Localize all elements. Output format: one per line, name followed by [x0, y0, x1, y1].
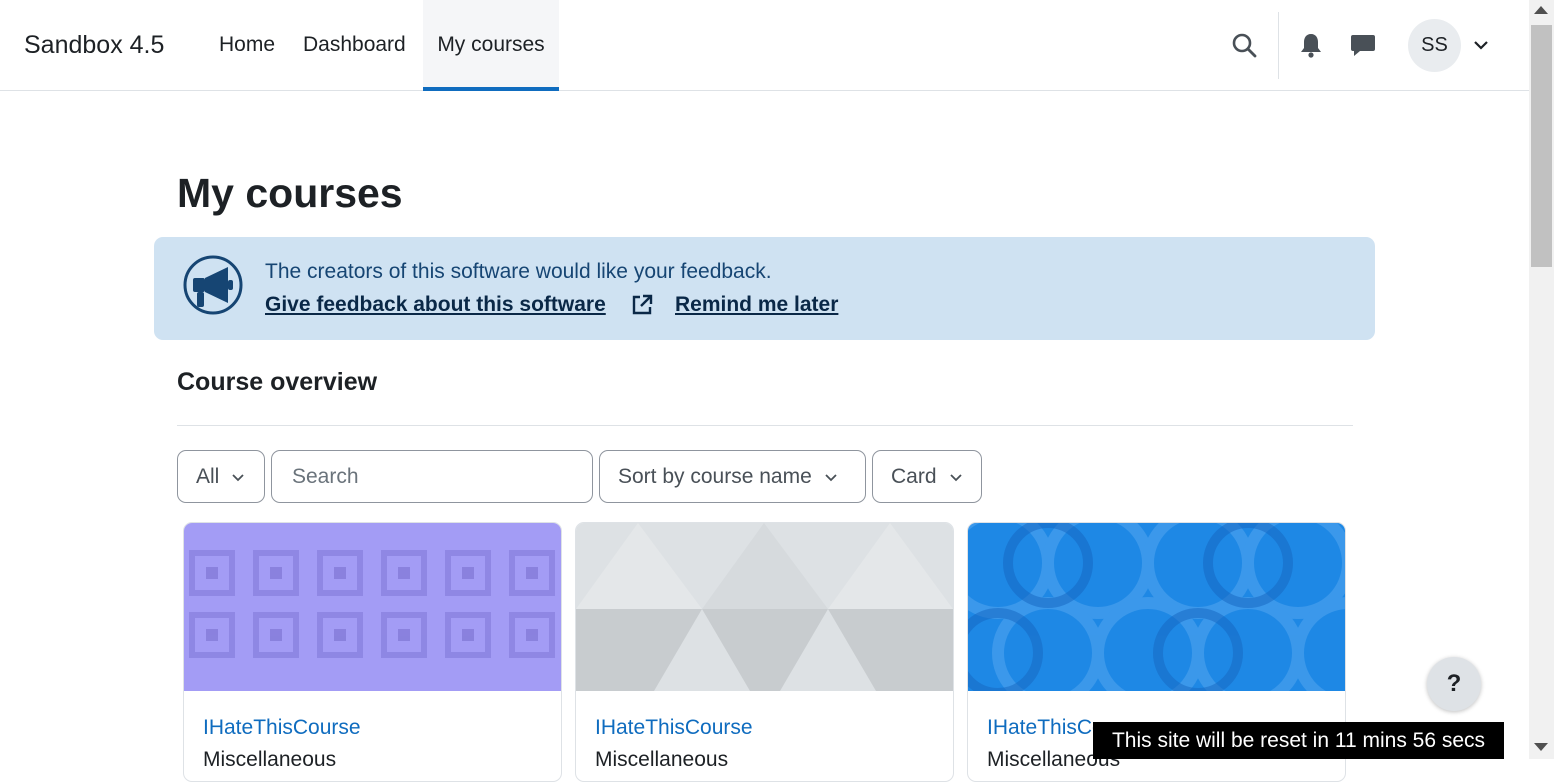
- course-name-link[interactable]: IHateThisCourse: [595, 716, 753, 740]
- course-category: Miscellaneous: [203, 748, 337, 771]
- scroll-down-arrow-icon[interactable]: [1534, 743, 1548, 751]
- chevron-down-icon[interactable]: [1466, 30, 1496, 60]
- help-button[interactable]: ?: [1427, 657, 1481, 711]
- course-search-input[interactable]: [290, 463, 574, 490]
- site-reset-notice: This site will be reset in 11 mins 56 se…: [1093, 722, 1504, 759]
- chevron-down-icon: [231, 465, 245, 489]
- course-category: Miscellaneous: [595, 748, 729, 771]
- nav-my-courses[interactable]: My courses: [423, 0, 559, 91]
- navbar-divider: [1278, 12, 1279, 79]
- megaphone-icon: [182, 254, 244, 316]
- scroll-thumb[interactable]: [1531, 25, 1552, 267]
- feedback-banner: The creators of this software would like…: [154, 237, 1375, 340]
- course-image[interactable]: [184, 523, 561, 691]
- course-image[interactable]: [968, 523, 1345, 691]
- view-mode-dropdown[interactable]: Card: [872, 450, 982, 503]
- course-overview-title: Course overview: [177, 368, 378, 396]
- give-feedback-link[interactable]: Give feedback about this software: [265, 293, 606, 317]
- grouping-filter-dropdown[interactable]: All: [177, 450, 265, 503]
- remind-later-link[interactable]: Remind me later: [675, 293, 838, 317]
- sort-label: Sort by course name: [618, 464, 812, 488]
- chevron-down-icon: [949, 465, 963, 489]
- course-card[interactable]: IHateThisCourse Miscellaneous: [183, 522, 562, 782]
- nav-dashboard[interactable]: Dashboard: [303, 33, 406, 57]
- chevron-down-icon: [824, 465, 838, 489]
- search-icon[interactable]: [1229, 30, 1259, 60]
- scroll-up-arrow-icon[interactable]: [1534, 6, 1548, 14]
- user-avatar[interactable]: SS: [1408, 19, 1461, 72]
- course-card[interactable]: IHateThisCourse Miscellaneous: [575, 522, 954, 782]
- course-search-field[interactable]: [271, 450, 593, 503]
- site-brand[interactable]: Sandbox 4.5: [24, 31, 164, 60]
- view-mode-label: Card: [891, 464, 937, 488]
- feedback-message: The creators of this software would like…: [265, 260, 772, 283]
- nav-home[interactable]: Home: [219, 33, 275, 57]
- top-navbar: Sandbox 4.5 Home Dashboard My courses SS: [0, 0, 1529, 91]
- grouping-filter-label: All: [196, 464, 220, 488]
- page-title: My courses: [177, 170, 403, 216]
- external-link-icon[interactable]: [630, 293, 654, 317]
- bell-icon[interactable]: [1296, 30, 1326, 60]
- sort-dropdown[interactable]: Sort by course name: [599, 450, 866, 503]
- message-icon[interactable]: [1348, 30, 1378, 60]
- course-image[interactable]: [576, 523, 953, 691]
- section-divider: [177, 425, 1353, 426]
- course-name-link[interactable]: IHateThisCourse: [203, 716, 361, 740]
